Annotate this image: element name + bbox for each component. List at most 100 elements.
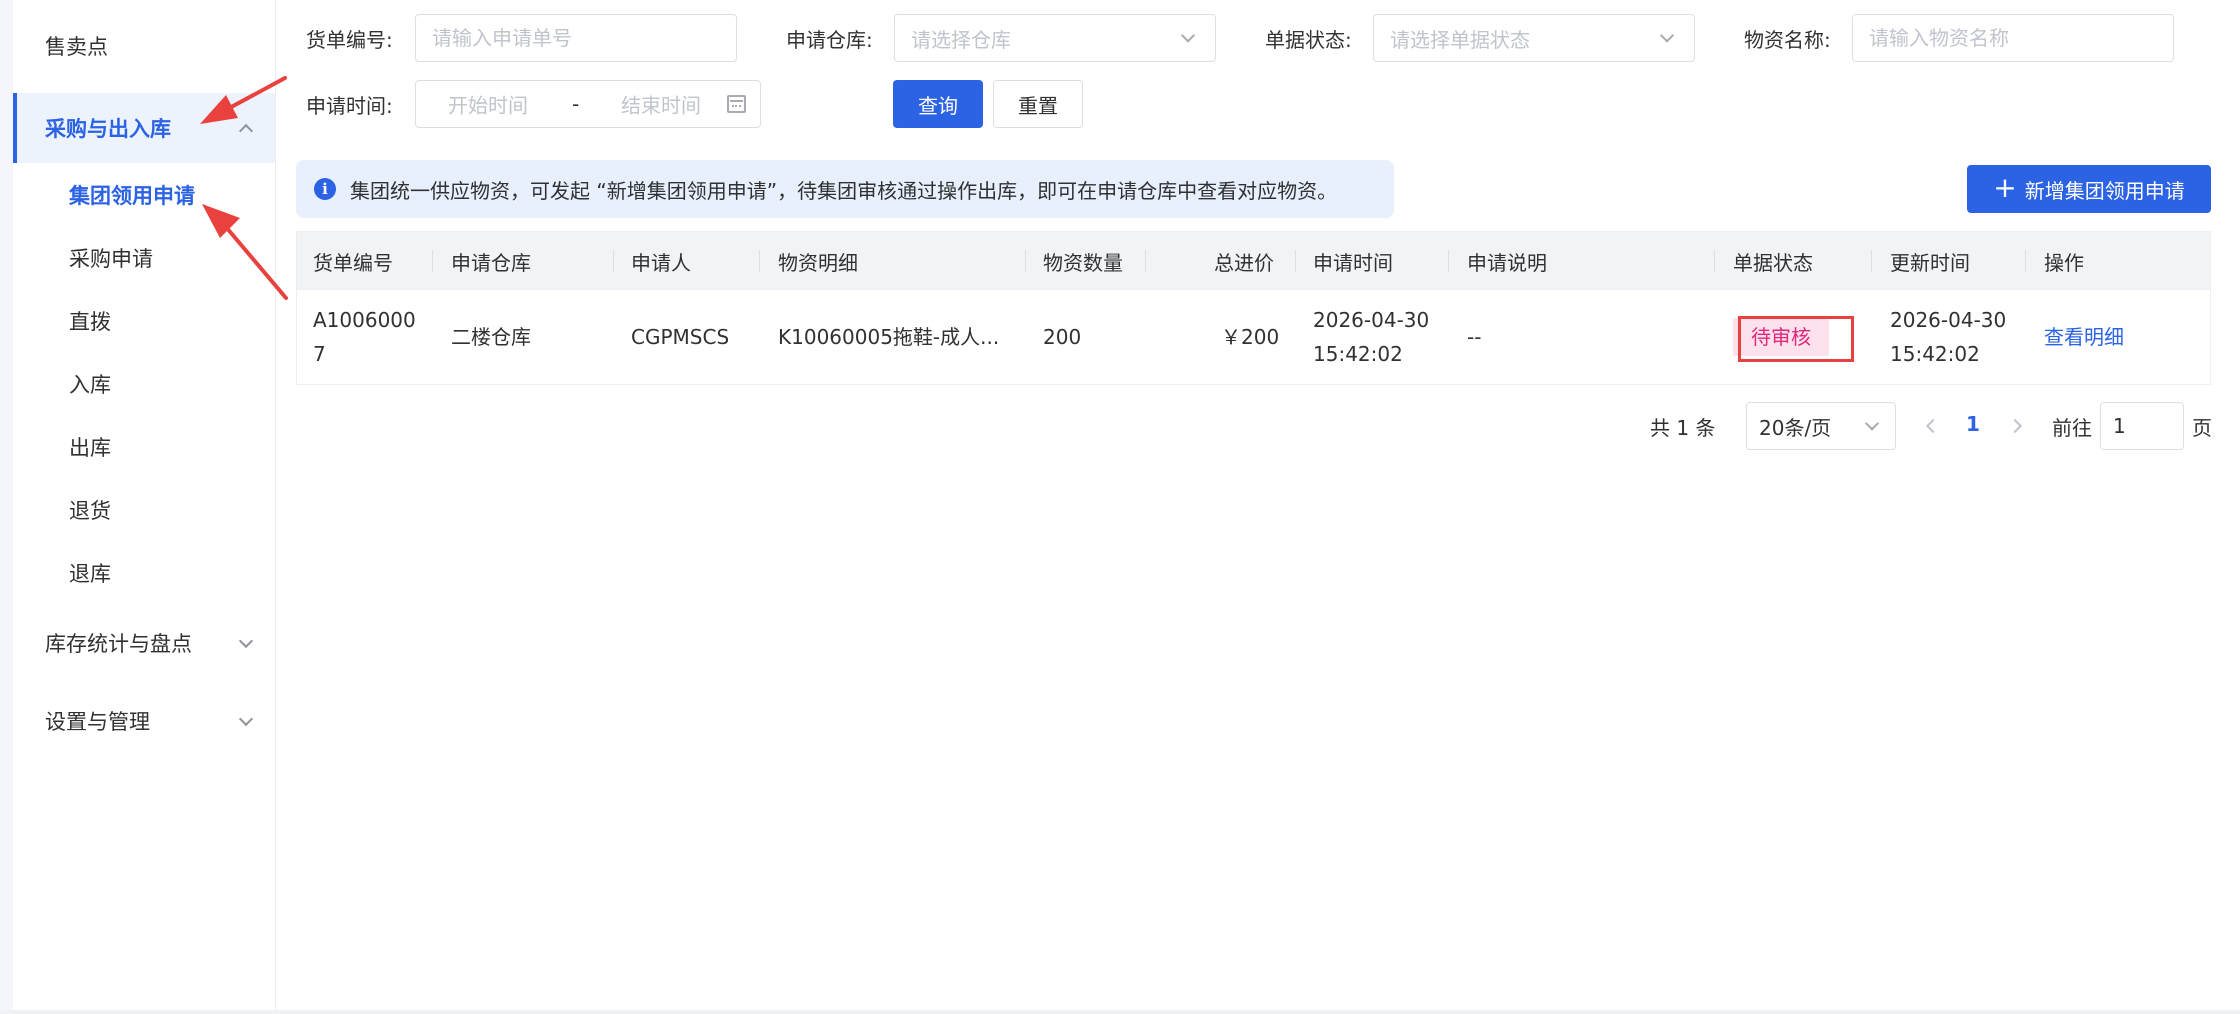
status-select[interactable]: 请选择单据状态	[1373, 14, 1695, 62]
table-row: A1006000 7 二楼仓库 CGPMSCS K10060005拖鞋-成人..…	[297, 290, 2210, 384]
bottom-strip	[0, 1010, 2240, 1014]
sidebar-item-inbound[interactable]: 入库	[13, 353, 275, 415]
material-field[interactable]	[1852, 14, 2174, 62]
goto-page-field[interactable]	[2100, 402, 2184, 450]
update-date: 2026-04-30	[1890, 308, 2007, 332]
cell-remark: --	[1467, 325, 1482, 349]
add-button-label: 新增集团领用申请	[2024, 178, 2185, 203]
column-header: 总进价	[1214, 250, 1274, 275]
update-time: 15:42:02	[1890, 342, 1980, 366]
goto-page-input[interactable]	[2113, 414, 2183, 438]
apply-time-label: 申请时间:	[306, 94, 393, 118]
info-icon: i	[314, 178, 336, 200]
table-header: 货单编号 申请仓库 申请人 物资明细 物资数量 总进价 申请时间 申请说明 单据…	[297, 232, 2210, 290]
column-divider	[1871, 250, 1872, 272]
order-no-input[interactable]	[432, 26, 736, 50]
info-notice: i 集团统一供应物资，可发起 “新增集团领用申请”，待集团审核通过操作出库，即可…	[296, 160, 1394, 218]
end-time-placeholder: 结束时间	[621, 93, 701, 118]
sidebar-item-label: 退货	[69, 499, 111, 523]
status-label: 单据状态:	[1265, 28, 1352, 52]
material-input[interactable]	[1869, 26, 2173, 50]
order-no-line: A1006000	[313, 308, 416, 332]
column-header: 更新时间	[1890, 250, 1970, 275]
apply-time-range[interactable]: 开始时间 - 结束时间	[415, 80, 761, 128]
column-header: 操作	[2044, 250, 2084, 275]
column-divider	[1145, 250, 1146, 272]
requisition-table: 货单编号 申请仓库 申请人 物资明细 物资数量 总进价 申请时间 申请说明 单据…	[296, 231, 2211, 385]
page-size-value: 20条/页	[1759, 415, 1832, 440]
start-time-placeholder: 开始时间	[448, 93, 528, 118]
order-no-label: 货单编号:	[306, 28, 393, 52]
warehouse-placeholder: 请选择仓库	[911, 27, 1011, 52]
column-header: 申请说明	[1467, 250, 1547, 275]
cell-material-detail: K10060005拖鞋-成人...	[778, 325, 1000, 349]
cell-warehouse: 二楼仓库	[451, 325, 531, 349]
page-number[interactable]: 1	[1966, 412, 1980, 436]
column-divider	[1025, 250, 1026, 272]
sidebar-item-group-requisition[interactable]: 集团领用申请	[13, 164, 275, 226]
column-divider	[1714, 250, 1715, 272]
sidebar-item-label: 设置与管理	[45, 710, 150, 734]
column-divider	[1448, 250, 1449, 272]
column-header: 货单编号	[313, 250, 393, 275]
apply-date: 2026-04-30	[1313, 308, 1430, 332]
column-divider	[1295, 250, 1296, 272]
sidebar-item-label: 采购与出入库	[45, 117, 171, 141]
search-button[interactable]: 查询	[893, 80, 983, 128]
sidebar-group-inventory[interactable]: 库存统计与盘点	[13, 612, 275, 674]
cell-order-no: A1006000 7	[313, 290, 416, 384]
column-divider	[759, 250, 760, 272]
column-divider	[432, 250, 433, 272]
column-header: 申请人	[631, 250, 691, 275]
material-label: 物资名称:	[1744, 28, 1831, 52]
sidebar-item-label: 售卖点	[45, 35, 108, 59]
page-size-select[interactable]: 20条/页	[1746, 402, 1896, 450]
sidebar-item-label: 入库	[69, 373, 111, 397]
column-divider	[613, 250, 614, 272]
sidebar-item-outbound[interactable]: 出库	[13, 416, 275, 478]
notice-text: 集团统一供应物资，可发起 “新增集团领用申请”，待集团审核通过操作出库，即可在申…	[350, 178, 1338, 203]
view-detail-link[interactable]: 查看明细	[2044, 320, 2124, 354]
column-header: 单据状态	[1733, 250, 1813, 275]
column-header: 物资明细	[778, 250, 858, 275]
chevron-down-icon	[238, 633, 254, 649]
sidebar-item-direct-transfer[interactable]: 直拨	[13, 290, 275, 352]
cell-total-price: ￥200	[1221, 325, 1280, 349]
order-no-line: 7	[313, 342, 326, 366]
sidebar-item-label: 库存统计与盘点	[45, 632, 192, 656]
reset-button[interactable]: 重置	[993, 80, 1083, 128]
apply-time: 15:42:02	[1313, 342, 1403, 366]
cell-apply-time: 2026-04-30 15:42:02	[1313, 290, 1429, 384]
column-header: 申请时间	[1313, 250, 1393, 275]
warehouse-label: 申请仓库:	[786, 28, 873, 52]
pagination-total: 共 1 条	[1650, 416, 1716, 440]
sidebar-item-sales-point[interactable]: 售卖点	[13, 15, 275, 77]
sidebar-item-label: 采购申请	[69, 247, 153, 271]
calendar-icon	[727, 95, 746, 113]
chevron-down-icon	[1864, 416, 1880, 431]
plus-icon: +	[1993, 170, 2017, 204]
sidebar-group-settings[interactable]: 设置与管理	[13, 690, 275, 752]
chevron-up-icon	[238, 123, 254, 139]
sidebar-group-purchase-inout[interactable]: 采购与出入库	[13, 93, 275, 163]
annotation-arrows	[200, 76, 288, 300]
sidebar-edge	[0, 0, 13, 1014]
sidebar-item-label: 退库	[69, 562, 111, 586]
sidebar-item-return-goods[interactable]: 退货	[13, 479, 275, 541]
column-divider	[2025, 250, 2026, 272]
sidebar-item-purchase-request[interactable]: 采购申请	[13, 227, 275, 289]
add-group-requisition-button[interactable]: + 新增集团领用申请	[1967, 165, 2211, 213]
sidebar-item-return-stock[interactable]: 退库	[13, 542, 275, 604]
cell-quantity: 200	[1043, 325, 1082, 349]
cell-update-time: 2026-04-30 15:42:02	[1890, 290, 2006, 384]
range-separator: -	[572, 92, 580, 116]
chevron-down-icon	[238, 711, 254, 727]
next-page-icon[interactable]	[2007, 418, 2023, 434]
warehouse-select[interactable]: 请选择仓库	[894, 14, 1216, 62]
prev-page-icon[interactable]	[1925, 418, 1941, 434]
column-header: 申请仓库	[451, 250, 531, 275]
cell-applicant: CGPMSCS	[631, 325, 730, 349]
sidebar-item-label: 直拨	[69, 310, 111, 334]
order-no-field[interactable]	[415, 14, 737, 62]
sidebar: 售卖点 采购与出入库 集团领用申请 采购申请 直拨 入库 出库 退货 退库 库存…	[0, 0, 276, 1014]
